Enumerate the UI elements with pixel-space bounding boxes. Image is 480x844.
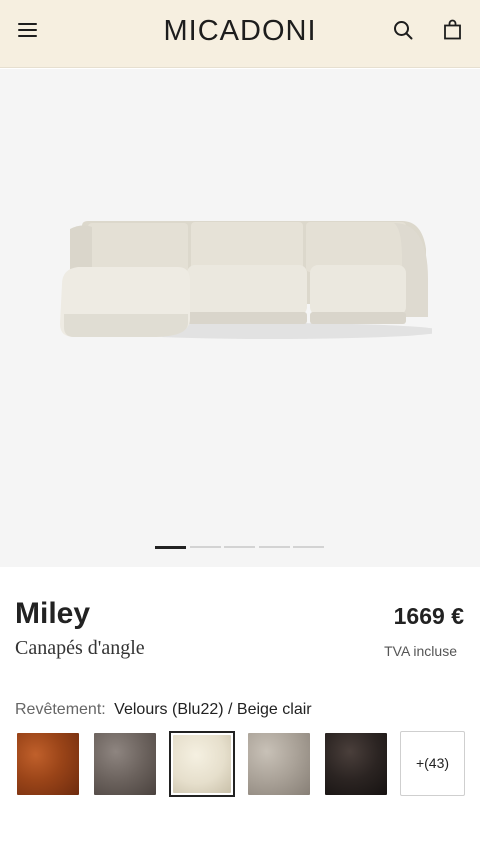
gallery-dot-2[interactable] (190, 546, 221, 548)
top-header: MICADONI (0, 0, 480, 68)
shopping-bag-icon[interactable] (442, 19, 464, 41)
tax-note: TVA incluse (384, 643, 457, 659)
gallery-dot-1[interactable] (155, 545, 186, 549)
product-image-gallery[interactable] (0, 69, 480, 567)
swatch-rust-velvet[interactable] (15, 731, 81, 797)
cover-selection: Revêtement: Velours (Blu22) / Beige clai… (15, 701, 312, 719)
swatch-warm-grey-velvet[interactable] (246, 731, 312, 797)
product-price: 1669 € (393, 603, 464, 629)
product-name: Miley (15, 597, 91, 630)
swatch-light-beige-velvet[interactable] (169, 731, 235, 797)
product-category: Canapés d'angle (15, 637, 145, 659)
gallery-dot-5[interactable] (293, 546, 324, 548)
gallery-dot-3[interactable] (224, 546, 255, 548)
cover-value: Velours (Blu22) / Beige clair (114, 701, 312, 718)
swatch-dark-brown-velvet[interactable] (323, 731, 389, 797)
more-swatches-button[interactable]: +(43) (400, 731, 465, 796)
search-icon[interactable] (392, 19, 414, 41)
gallery-dot-4[interactable] (259, 546, 290, 548)
swatch-taupe-grey-velvet[interactable] (92, 731, 158, 797)
cover-label: Revêtement: (15, 701, 106, 718)
corner-sofa-product-image (60, 221, 432, 339)
product-info: Miley Canapés d'angle 1669 € TVA incluse… (0, 567, 480, 844)
